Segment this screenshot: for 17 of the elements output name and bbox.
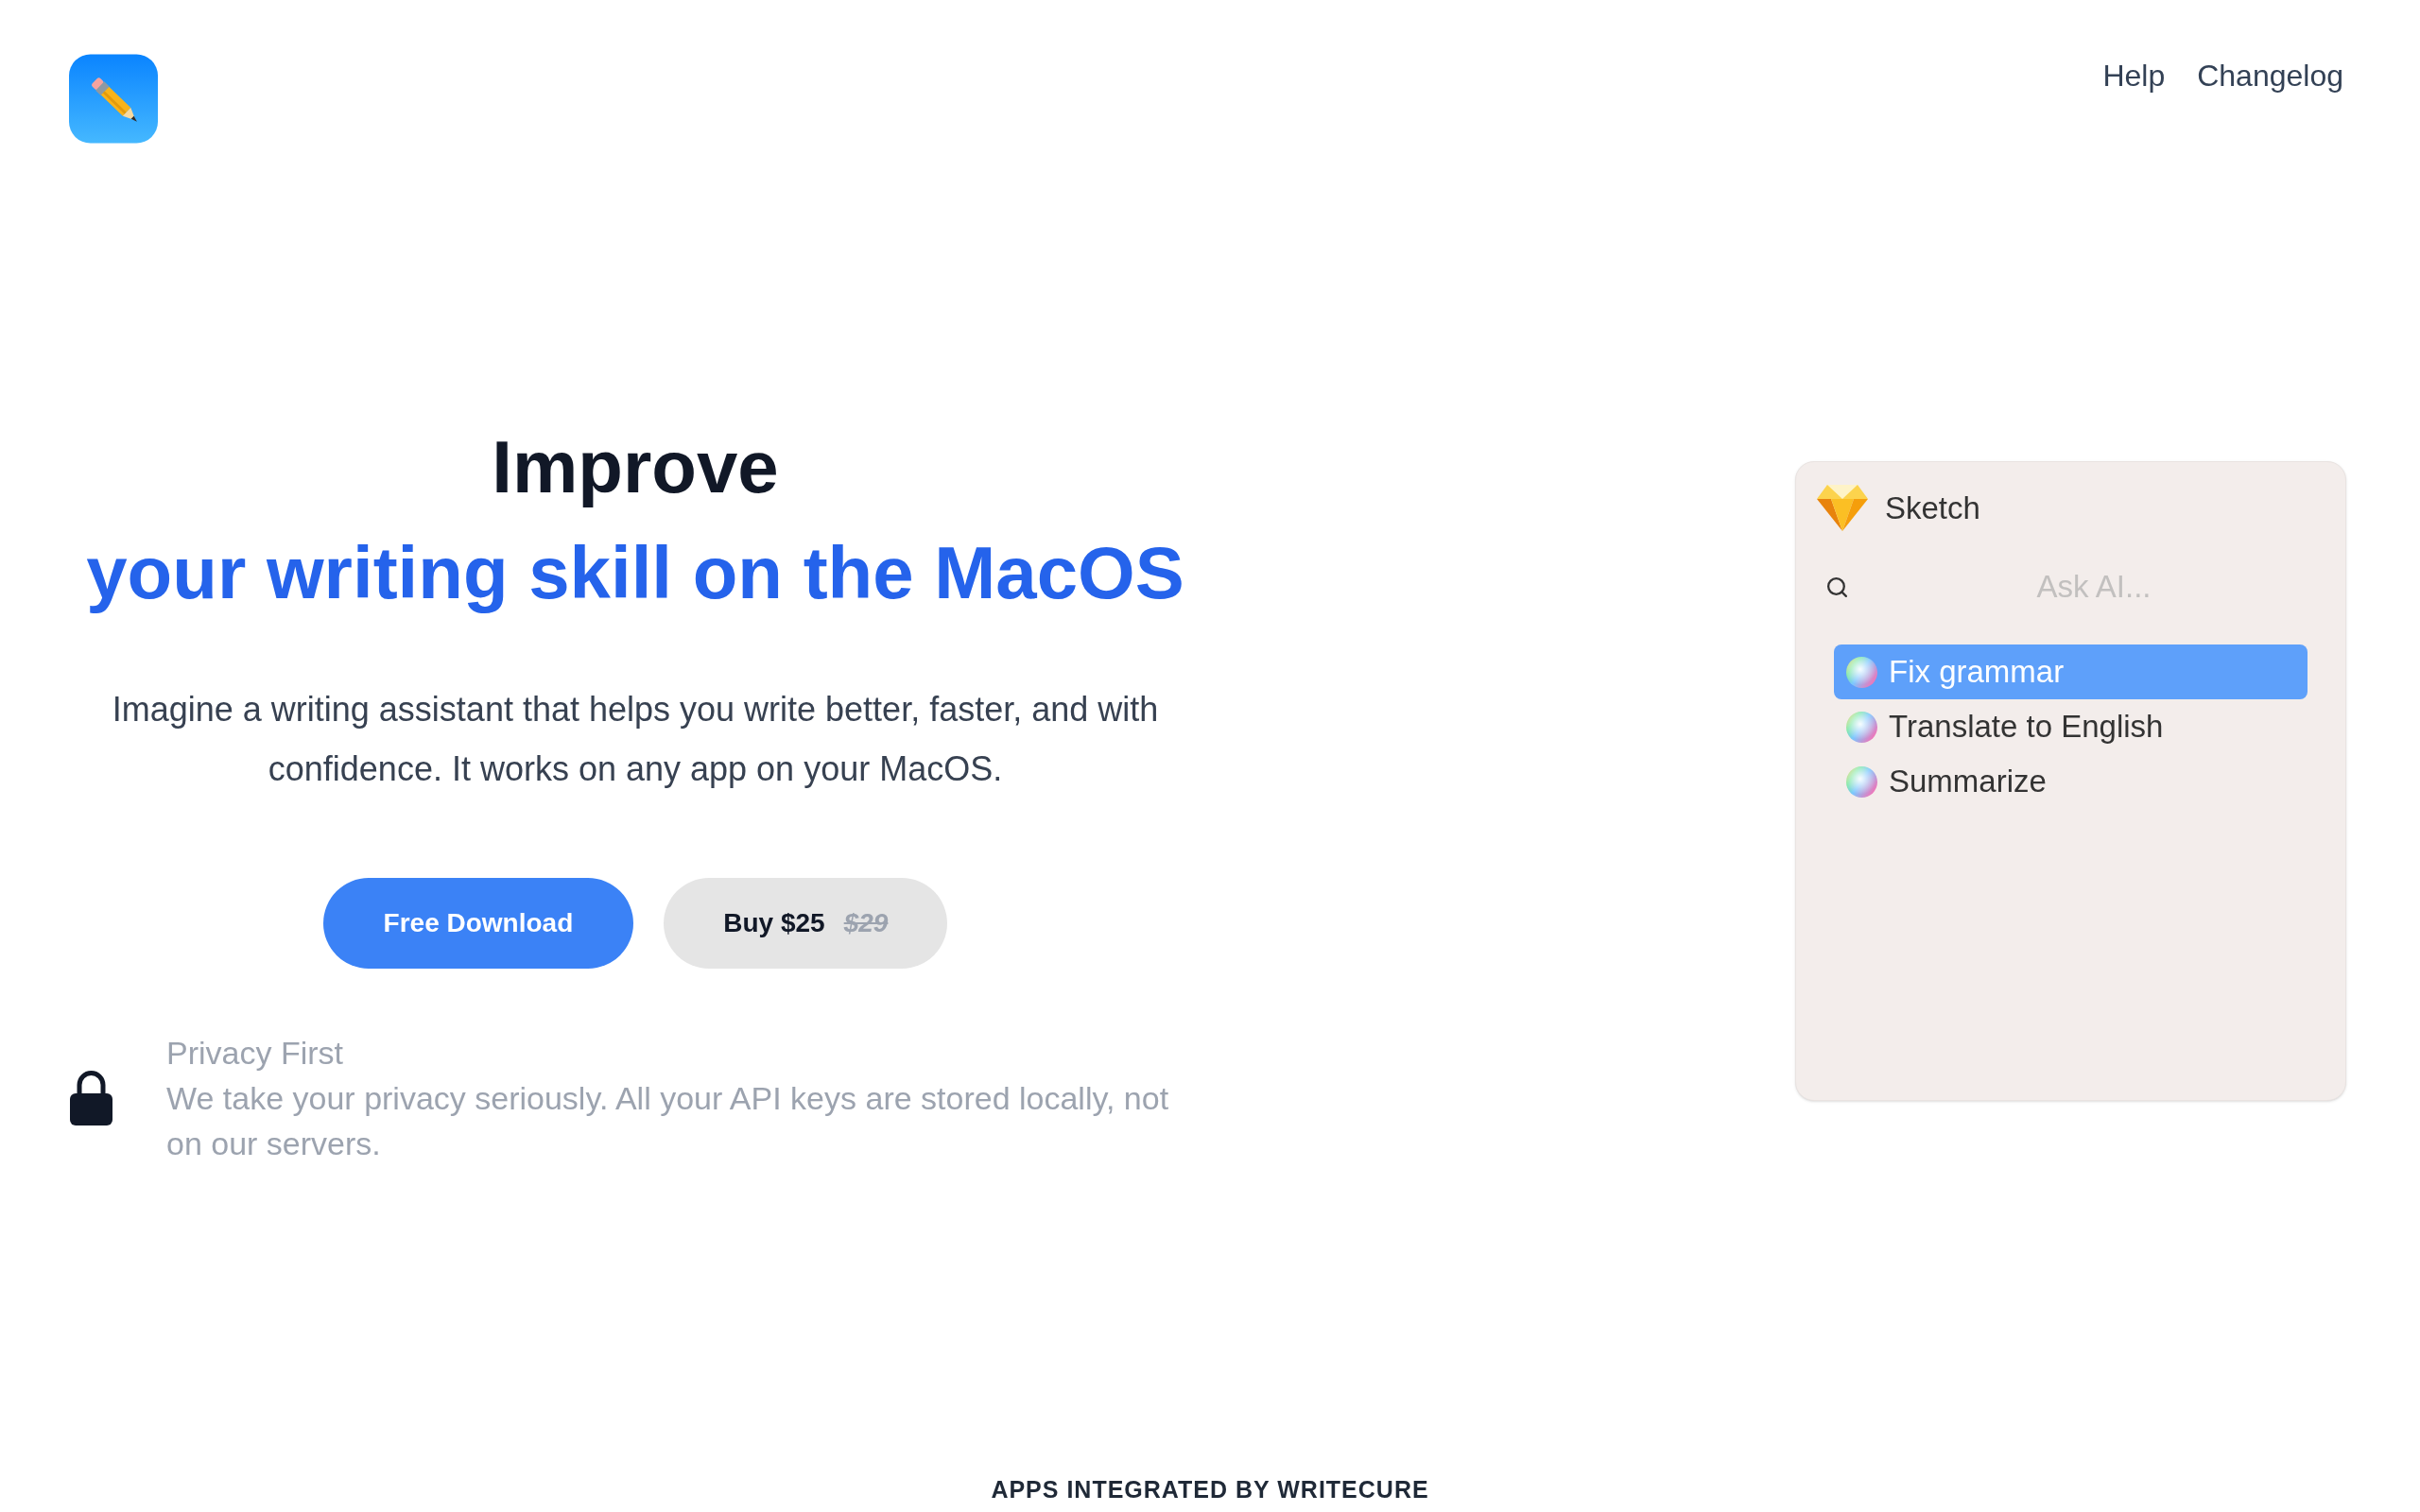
hero-description: Imagine a writing assistant that helps you write better, faster, and with confidence. It works on any app on your MacOS. (111, 689, 1160, 790)
nav-link[interactable]: Changelog (2197, 53, 2343, 98)
menu-item[interactable]: Translate to English (1834, 699, 2308, 754)
lock-icon (70, 1071, 112, 1125)
hero-title: Improve (492, 424, 779, 510)
diamond-icon (1816, 483, 1869, 533)
section-title: APPS INTEGRATED BY WRITECURE (991, 1475, 1429, 1504)
search-icon (1825, 575, 1849, 599)
privacy-title: Privacy First (166, 1034, 344, 1073)
hero-title: your writing skill on the MacOS (86, 530, 1184, 616)
app-name: Sketch (1885, 489, 1980, 527)
pencil-logo-icon[interactable] (69, 54, 158, 144)
buy-button[interactable]: Buy $25 $29 (664, 878, 948, 969)
menu-item[interactable]: Summarize (1834, 754, 2308, 809)
privacy-description: We take your privacy seriously. All your API keys are stored locally, not on our servers. (166, 1079, 1170, 1163)
nav-link[interactable]: Help (2102, 53, 2166, 98)
free-download-button[interactable]: Free Download (322, 878, 634, 969)
